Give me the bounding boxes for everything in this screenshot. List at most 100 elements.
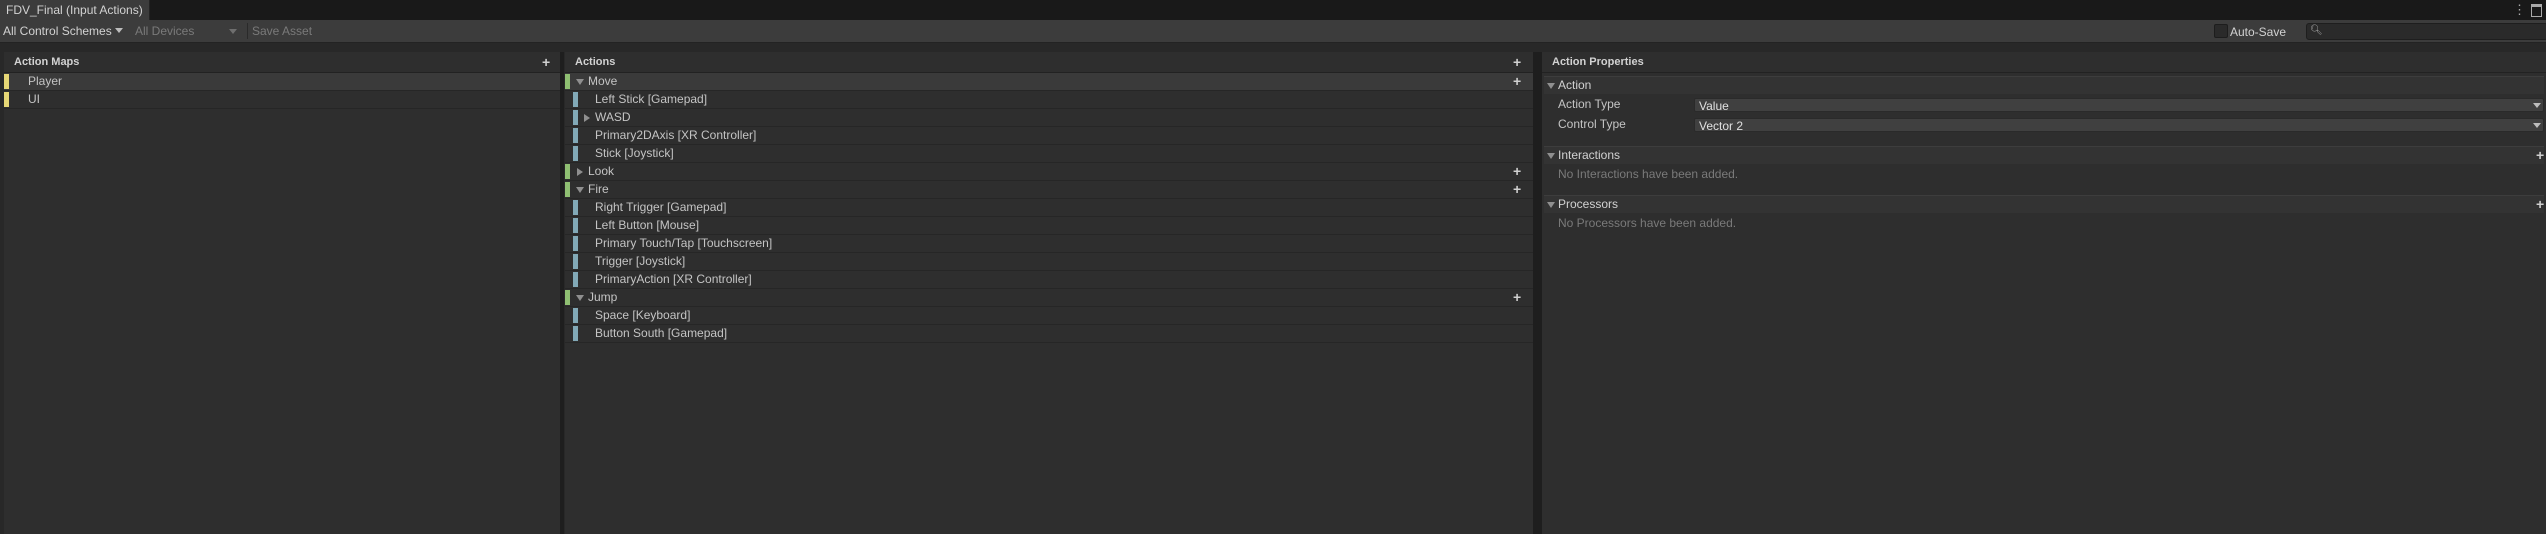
expand-arrow-icon[interactable] — [576, 295, 584, 301]
devices-dropdown[interactable]: All Devices — [135, 23, 241, 39]
action-row-move[interactable]: Move + — [565, 73, 1533, 91]
binding-row[interactable]: Left Button [Mouse] — [565, 217, 1533, 235]
search-input[interactable]: 🔍︎ — [2306, 23, 2546, 40]
composite-row[interactable]: WASD — [565, 109, 1533, 127]
add-action-map-icon[interactable]: + — [542, 55, 550, 69]
search-icon: 🔍︎ — [2310, 25, 2323, 36]
binding-row[interactable]: Left Stick [Gamepad] — [565, 91, 1533, 109]
binding-label: Left Button [Mouse] — [595, 218, 700, 232]
add-processor-icon[interactable]: + — [2536, 197, 2544, 211]
action-maps-panel: Action Maps + Player UI — [4, 52, 560, 534]
binding-row[interactable]: Primary2DAxis [XR Controller] — [565, 127, 1533, 145]
action-map-item[interactable]: UI — [4, 91, 560, 109]
expand-arrow-icon[interactable] — [577, 168, 583, 176]
interactions-section-title: Interactions — [1558, 148, 1621, 162]
action-row-look[interactable]: Look + — [565, 163, 1533, 181]
binding-label: Primary2DAxis [XR Controller] — [595, 128, 757, 142]
chevron-down-icon — [114, 28, 123, 33]
window-tab-bar: FDV_Final (Input Actions) ⋮ — [0, 0, 2546, 20]
action-properties-panel: Action Properties Action Action Type Val… — [1542, 52, 2546, 534]
interactions-empty-message: No Interactions have been added. — [1558, 167, 1739, 181]
expand-arrow-icon[interactable] — [584, 114, 590, 122]
action-type-value: Value — [1699, 99, 1729, 113]
action-map-marker — [4, 74, 9, 89]
panel-divider[interactable] — [1533, 52, 1542, 534]
control-schemes-label: All Control Schemes — [3, 24, 112, 38]
binding-marker — [573, 146, 578, 161]
action-label: Fire — [588, 182, 609, 196]
collapse-arrow-icon[interactable] — [1547, 83, 1555, 89]
chevron-down-icon — [229, 29, 237, 34]
expand-arrow-icon[interactable] — [576, 79, 584, 85]
binding-label: Primary Touch/Tap [Touchscreen] — [595, 236, 773, 250]
action-map-marker — [4, 92, 9, 107]
binding-row[interactable]: Stick [Joystick] — [565, 145, 1533, 163]
action-maps-header: Action Maps — [4, 52, 560, 73]
action-properties-title: Action Properties — [1552, 56, 1644, 68]
window-tab-title: FDV_Final (Input Actions) — [6, 3, 143, 17]
auto-save-checkbox[interactable] — [2214, 24, 2228, 38]
actions-panel: Actions + Move + Left Stick [Gamepad] WA… — [565, 52, 1533, 534]
processors-section-header[interactable]: Processors + — [1544, 195, 2544, 213]
add-binding-icon[interactable]: + — [1513, 74, 1521, 88]
binding-marker — [573, 110, 578, 125]
add-action-icon[interactable]: + — [1513, 55, 1521, 69]
action-marker — [565, 290, 570, 305]
add-binding-icon[interactable]: + — [1513, 164, 1521, 178]
toolbar: All Control Schemes All Devices Save Ass… — [0, 20, 2546, 43]
interactions-section-header[interactable]: Interactions + — [1544, 146, 2544, 164]
action-maps-title: Action Maps — [14, 56, 80, 68]
add-binding-icon[interactable]: + — [1513, 290, 1521, 304]
binding-label: Trigger [Joystick] — [595, 254, 686, 268]
control-type-dropdown[interactable]: Vector 2 — [1694, 118, 2544, 133]
action-label: Jump — [588, 290, 618, 304]
action-map-label: Player — [28, 74, 63, 88]
action-type-label: Action Type — [1558, 97, 1621, 111]
chevron-down-icon — [2533, 123, 2541, 128]
add-binding-icon[interactable]: + — [1513, 182, 1521, 196]
action-section-header[interactable]: Action — [1544, 76, 2544, 94]
actions-header: Actions — [565, 52, 1533, 73]
binding-row[interactable]: PrimaryAction [XR Controller] — [565, 271, 1533, 289]
binding-marker — [573, 92, 578, 107]
window-tab[interactable]: FDV_Final (Input Actions) — [0, 0, 150, 20]
action-map-label: UI — [28, 92, 40, 106]
action-map-item[interactable]: Player — [4, 73, 560, 91]
auto-save-label: Auto-Save — [2230, 25, 2287, 39]
action-type-dropdown[interactable]: Value — [1694, 98, 2544, 113]
chevron-down-icon — [2533, 103, 2541, 108]
action-row-jump[interactable]: Jump + — [565, 289, 1533, 307]
add-interaction-icon[interactable]: + — [2536, 148, 2544, 162]
binding-marker — [573, 128, 578, 143]
collapse-arrow-icon[interactable] — [1547, 153, 1555, 159]
binding-marker — [573, 272, 578, 287]
panel-divider[interactable] — [560, 52, 564, 534]
binding-label: Stick [Joystick] — [595, 146, 674, 160]
action-label: Move — [588, 74, 618, 88]
binding-marker — [573, 326, 578, 341]
save-asset-button[interactable]: Save Asset — [247, 23, 324, 39]
binding-marker — [573, 308, 578, 323]
processors-section-title: Processors — [1558, 197, 1619, 211]
expand-arrow-icon[interactable] — [576, 187, 584, 193]
binding-row[interactable]: Primary Touch/Tap [Touchscreen] — [565, 235, 1533, 253]
collapse-arrow-icon[interactable] — [1547, 202, 1555, 208]
action-section-title: Action — [1558, 78, 1592, 92]
binding-row[interactable]: Button South [Gamepad] — [565, 325, 1533, 343]
maximize-icon[interactable] — [2531, 4, 2542, 17]
binding-label: Left Stick [Gamepad] — [595, 92, 708, 106]
binding-label: Space [Keyboard] — [595, 308, 691, 322]
binding-marker — [573, 236, 578, 251]
binding-label: Button South [Gamepad] — [595, 326, 728, 340]
binding-row[interactable]: Space [Keyboard] — [565, 307, 1533, 325]
binding-label: Right Trigger [Gamepad] — [595, 200, 727, 214]
action-properties-header: Action Properties — [1542, 52, 2546, 73]
action-row-fire[interactable]: Fire + — [565, 181, 1533, 199]
control-schemes-dropdown[interactable]: All Control Schemes — [3, 23, 123, 39]
action-marker — [565, 164, 570, 179]
binding-row[interactable]: Trigger [Joystick] — [565, 253, 1533, 271]
binding-marker — [573, 200, 578, 215]
action-marker — [565, 182, 570, 197]
binding-row[interactable]: Right Trigger [Gamepad] — [565, 199, 1533, 217]
kebab-menu-icon[interactable]: ⋮ — [2513, 2, 2526, 18]
